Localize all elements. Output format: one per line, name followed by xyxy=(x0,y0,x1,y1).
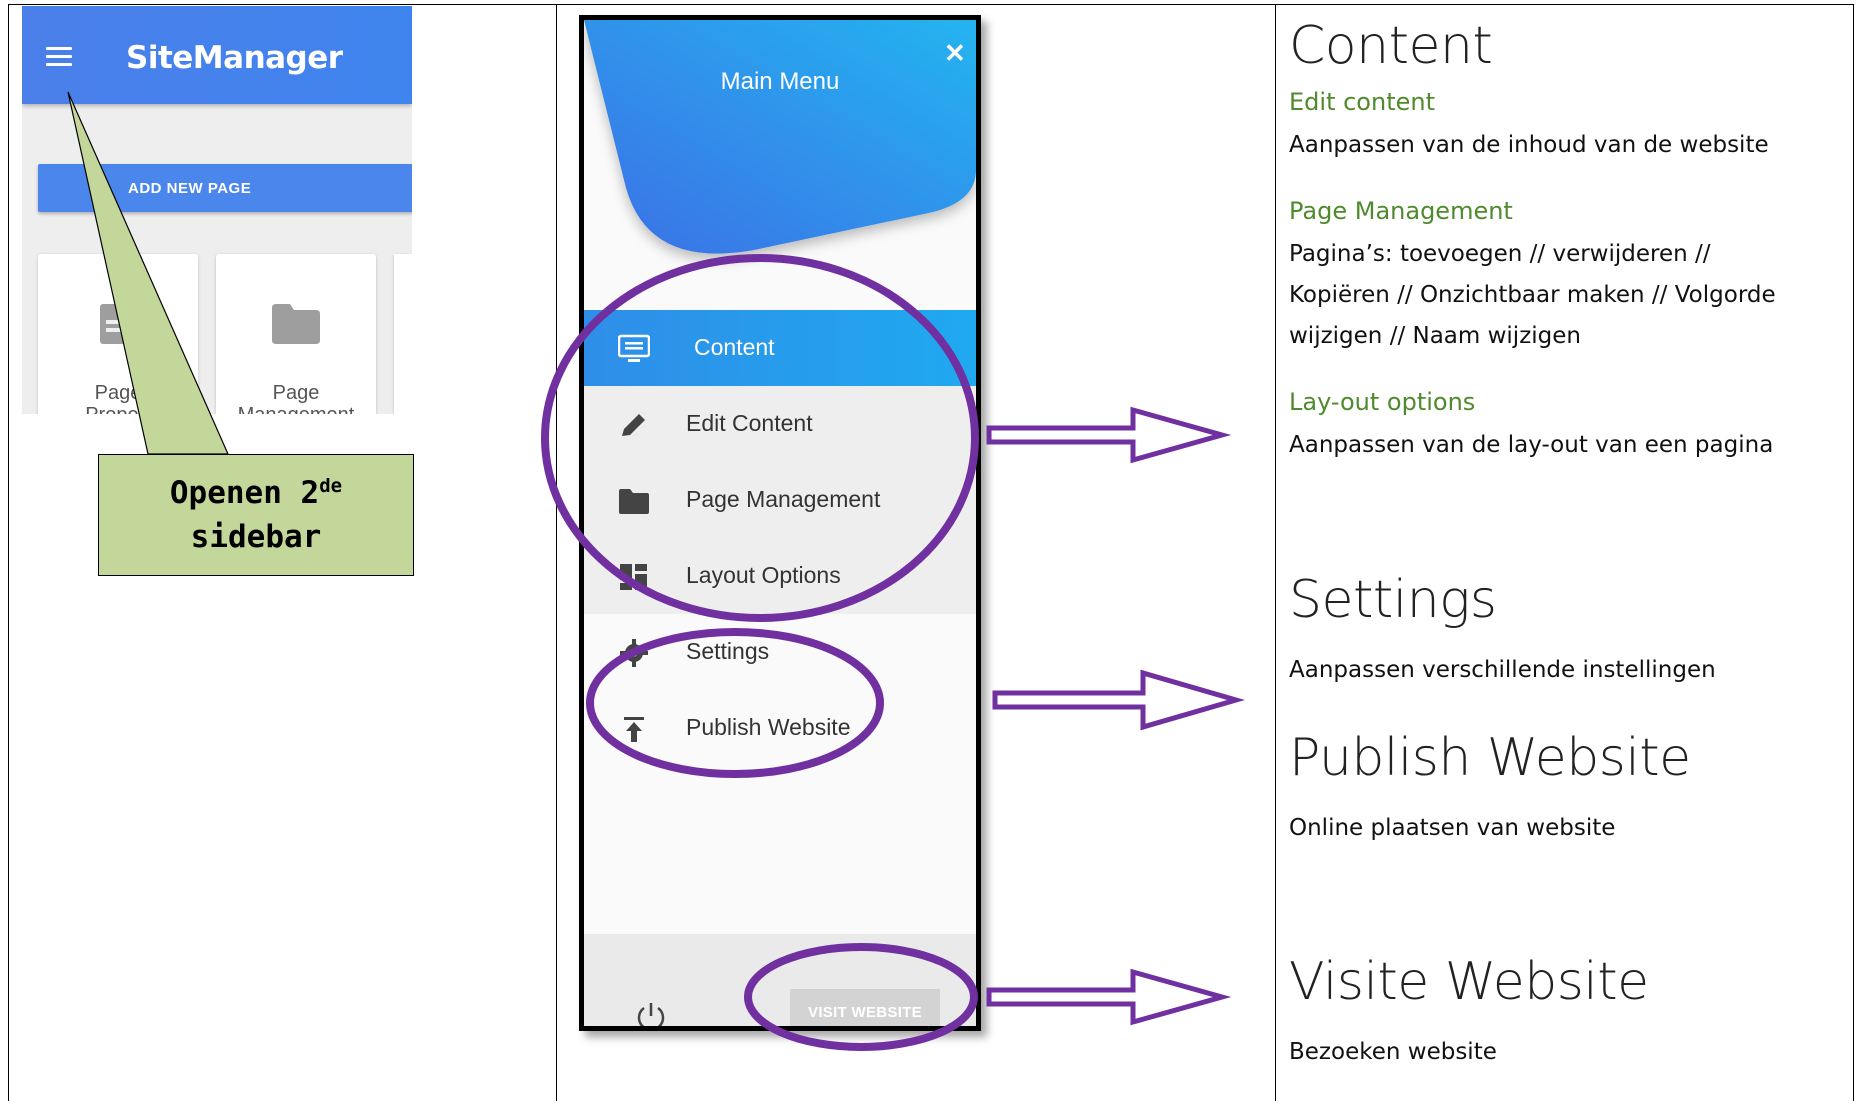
description-text: Kopiëren // Onzichtbaar maken // Volgord… xyxy=(1289,282,1776,308)
menu-item-content[interactable]: Content xyxy=(584,310,976,386)
menu-item-publish-website[interactable]: Publish Website xyxy=(584,690,976,766)
menu-item-edit-content[interactable]: Edit Content xyxy=(584,386,976,462)
layout-icon xyxy=(620,564,647,590)
monitor-icon xyxy=(618,334,650,362)
menu-title: Main Menu xyxy=(720,68,840,95)
subheading-page-management: Page Management xyxy=(1289,197,1513,225)
app-title: SiteManager xyxy=(126,40,343,76)
heading-settings: Settings xyxy=(1289,570,1497,630)
description-text: Aanpassen verschillende instellingen xyxy=(1289,657,1716,683)
description-text: Aanpassen van de lay-out van een pagina xyxy=(1289,432,1774,458)
hamburger-menu-icon[interactable] xyxy=(46,47,72,67)
page-management-card[interactable]: PageManagement xyxy=(216,254,376,414)
menu-item-label: Settings xyxy=(686,638,770,664)
page-properties-card[interactable]: PagePropert xyxy=(38,254,198,414)
menu-item-settings[interactable]: Settings xyxy=(584,614,976,690)
menu-item-layout-options[interactable]: Layout Options xyxy=(584,538,976,614)
power-icon[interactable] xyxy=(634,1000,668,1031)
close-icon[interactable]: ✕ xyxy=(944,38,966,69)
gear-icon xyxy=(620,639,648,667)
card-label: PageManagement xyxy=(238,382,355,414)
description-text: Aanpassen van de inhoud van de website xyxy=(1289,132,1769,158)
main-menu-panel: Main Menu ✕ Content Edit Content Page Ma… xyxy=(579,15,981,1031)
description-text: Bezoeken website xyxy=(1289,1039,1497,1065)
menu-item-label: Content xyxy=(694,334,775,360)
pencil-icon xyxy=(622,414,645,436)
description-text: wijzigen // Naam wijzigen xyxy=(1289,323,1581,349)
menu-item-label: Layout Options xyxy=(686,562,841,588)
heading-content: Content xyxy=(1289,16,1493,76)
description-text: Online plaatsen van website xyxy=(1289,815,1616,841)
menu-header-wave xyxy=(584,20,976,254)
column-divider-2 xyxy=(1275,4,1276,1101)
card-label: PagePropert xyxy=(85,382,151,414)
heading-publish-website: Publish Website xyxy=(1289,728,1691,788)
description-text: Pagina’s: toevoegen // verwijderen // xyxy=(1289,241,1711,267)
page-properties-icon xyxy=(100,304,136,344)
subheading-edit-content: Edit content xyxy=(1289,88,1435,116)
callout-box: Openen 2de sidebar xyxy=(98,454,414,576)
menu-item-label: Page Management xyxy=(686,486,881,512)
menu-item-label: Edit Content xyxy=(686,410,813,436)
folder-icon xyxy=(272,304,320,344)
folder-icon xyxy=(619,489,649,514)
sitemanager-header: SiteManager xyxy=(22,6,412,104)
callout-text: Openen 2de sidebar xyxy=(169,475,343,555)
menu-footer: VISIT WEBSITE xyxy=(584,934,976,1031)
add-new-page-button[interactable]: ADD NEW PAGE xyxy=(38,164,412,212)
subheading-layout-options: Lay-out options xyxy=(1289,388,1476,416)
column-divider-1 xyxy=(556,4,557,1101)
card-edge xyxy=(394,254,412,414)
heading-visit-website: Visite Website xyxy=(1289,952,1649,1012)
menu-item-page-management[interactable]: Page Management xyxy=(584,462,976,538)
menu-item-label: Publish Website xyxy=(686,714,851,740)
sitemanager-screenshot: SiteManager ADD NEW PAGE PagePropert Pag… xyxy=(22,6,412,414)
visit-website-button[interactable]: VISIT WEBSITE xyxy=(790,989,940,1026)
publish-icon xyxy=(624,717,644,742)
